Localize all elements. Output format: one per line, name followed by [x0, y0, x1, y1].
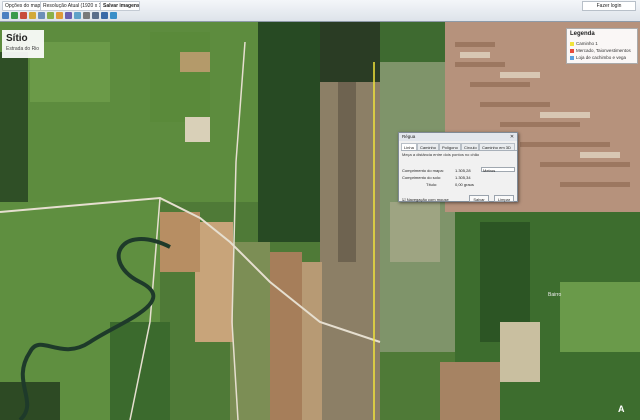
- legend-item-label: Caminho 1: [576, 41, 598, 46]
- unit-select[interactable]: Metros: [481, 167, 515, 173]
- tour-icon[interactable]: [38, 12, 45, 19]
- mouse-navigation-checkbox[interactable]: ☑ Navegação com mouse: [402, 197, 449, 202]
- legend-item: Caminho 1: [570, 41, 598, 47]
- legend-swatch: [570, 48, 574, 53]
- map-imagery: [0, 22, 640, 420]
- map-options-dropdown[interactable]: Opções do mapa: [2, 1, 44, 11]
- toolbar-icons-row: [0, 11, 640, 21]
- overlay-icon[interactable]: [29, 12, 36, 19]
- toolbar-top-row: Opções do mapa Resolução Atual (1920 x 1…: [0, 0, 640, 11]
- ground-length-label: Comprimento do solo:: [402, 175, 442, 180]
- map-title-box: Sítio Estrada do Rio: [2, 30, 44, 58]
- email-icon[interactable]: [83, 12, 90, 19]
- map-length-value: 1.305,28: [455, 168, 471, 173]
- clear-button[interactable]: Limpar: [494, 195, 514, 202]
- map-corner-mark: A: [618, 404, 625, 414]
- satellite-map[interactable]: [0, 22, 640, 420]
- planets-icon[interactable]: [65, 12, 72, 19]
- mouse-navigation-label: Navegação com mouse: [406, 197, 449, 202]
- save-button[interactable]: Salvar: [469, 195, 489, 202]
- legend-swatch: [570, 41, 574, 46]
- maps-icon[interactable]: [110, 12, 117, 19]
- legend-item-label: Mercado, Taionvestimentos: [576, 48, 631, 53]
- map-place-label: Bairro: [548, 292, 562, 298]
- dialog-title: Régua: [399, 133, 517, 141]
- legend-item-label: Loja de cachimbo e vega: [576, 55, 627, 60]
- legend-item: Loja de cachimbo e vega: [570, 55, 626, 61]
- heading-value: 0,00 graus: [455, 182, 474, 187]
- polygon-icon[interactable]: [11, 12, 18, 19]
- add-placemark-icon[interactable]: [2, 12, 9, 19]
- map-subtitle: Estrada do Rio: [6, 46, 40, 52]
- save-images-button[interactable]: Salvar imagens...: [100, 1, 140, 11]
- heading-label: Título:: [426, 182, 438, 187]
- history-icon[interactable]: [47, 12, 54, 19]
- legend-title: Legenda: [570, 31, 595, 37]
- toolbar: Opções do mapa Resolução Atual (1920 x 1…: [0, 0, 640, 22]
- legend-panel: Legenda Caminho 1 Mercado, Taionvestimen…: [566, 28, 638, 64]
- ground-length-value: 1.305,34: [455, 175, 471, 180]
- legend-swatch: [570, 55, 574, 60]
- tab-line[interactable]: Linha: [401, 143, 417, 150]
- legend-item: Mercado, Taionvestimentos: [570, 48, 631, 54]
- resolution-dropdown[interactable]: Resolução Atual (1920 x 1920): [40, 1, 104, 11]
- login-button[interactable]: Fazer login: [582, 1, 636, 11]
- close-icon[interactable]: ✕: [509, 134, 515, 140]
- tab-polygon[interactable]: Polígono: [439, 143, 461, 150]
- ruler-dialog: Régua ✕ Linha Caminho Polígono Círculo C…: [398, 132, 518, 202]
- sun-icon[interactable]: [56, 12, 63, 19]
- tab-path[interactable]: Caminho: [417, 143, 439, 150]
- map-length-label: Comprimento do mapa:: [402, 168, 444, 173]
- dialog-instructions: Meça a distância entre dois pontos no ch…: [402, 152, 480, 157]
- path-icon[interactable]: [20, 12, 27, 19]
- dialog-tabs: Linha Caminho Polígono Círculo Caminho e…: [401, 143, 517, 151]
- print-icon[interactable]: [92, 12, 99, 19]
- save-image-icon[interactable]: [101, 12, 108, 19]
- tab-circle[interactable]: Círculo: [461, 143, 479, 150]
- ruler-icon[interactable]: [74, 12, 81, 19]
- map-title: Sítio: [6, 33, 28, 44]
- tab-3d-path[interactable]: Caminho em 3D: [479, 143, 515, 150]
